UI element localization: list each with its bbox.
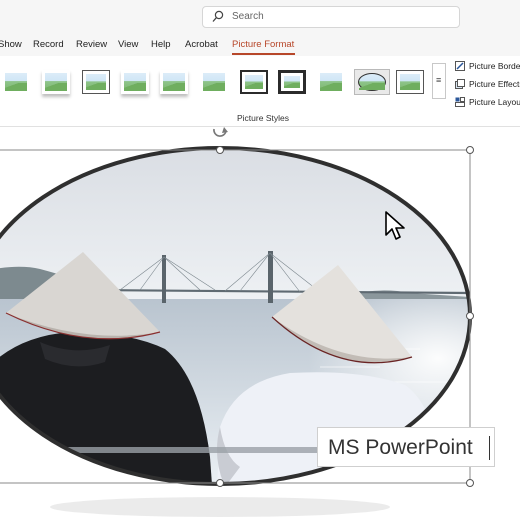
style-thumb-beveled[interactable] [396,70,424,94]
tab-help[interactable]: Help [151,39,171,50]
style-thumb-simple-frame[interactable] [2,70,30,94]
style-thumb-metal-oval[interactable] [354,69,390,95]
style-thumb-reflected[interactable] [160,70,188,94]
search-placeholder: Search [232,11,264,22]
style-thumb-rounded[interactable] [317,70,345,94]
search-icon [212,10,224,29]
title-bar: Search [0,0,520,34]
pen-icon [455,61,465,71]
mouse-pointer-icon [385,211,405,240]
more-icon: ≡ [436,75,442,85]
caption-divider [489,436,490,460]
tab-review[interactable]: Review [76,39,107,50]
tab-acrobat[interactable]: Acrobat [185,39,218,50]
style-thumb-thick-frame[interactable] [278,70,306,94]
ribbon: ≡ Picture Border Picture Effects Picture… [0,58,520,127]
active-tab-indicator [232,53,295,55]
picture-effects-button[interactable]: Picture Effects [455,78,520,94]
style-thumb-drop-shadow[interactable] [121,70,149,94]
caption-text: MS PowerPoint [328,436,473,459]
search-box[interactable]: Search [202,6,460,28]
tab-record[interactable]: Record [33,39,64,50]
picture-border-button[interactable]: Picture Border [455,60,520,76]
rotate-handle-icon[interactable] [213,127,228,137]
style-thumb-thin-frame[interactable] [82,70,110,94]
tab-show[interactable]: Show [0,39,22,50]
gallery-more-button[interactable]: ≡ [432,63,446,99]
effects-icon [455,79,465,89]
style-thumb-shadow[interactable] [42,70,70,94]
picture-layout-button[interactable]: Picture Layout [455,96,520,112]
tab-picture-format[interactable]: Picture Format [232,39,294,50]
style-thumb-metal-frame[interactable] [240,70,268,94]
style-thumb-soft-edge[interactable] [200,70,228,94]
caption-overlay: MS PowerPoint [317,427,495,467]
layout-icon [455,97,465,107]
tab-view[interactable]: View [118,39,138,50]
picture-styles-gallery [0,64,430,106]
picture-styles-group-label: Picture Styles [237,113,289,123]
picture-shadow [50,497,390,517]
